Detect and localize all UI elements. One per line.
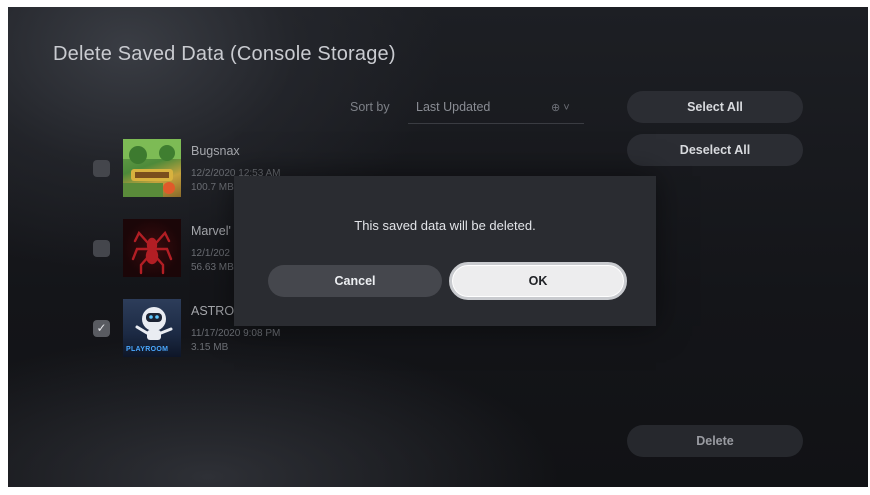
delete-button[interactable]: Delete [627,425,803,457]
checkbox[interactable] [93,240,110,257]
ok-button[interactable]: OK [449,262,627,300]
game-name: Marvel' [191,224,231,238]
game-size: 100.7 MB [191,182,234,193]
game-thumbnail: PLAYROOM [123,299,181,357]
game-thumbnail [123,219,181,277]
game-name: Bugsnax [191,144,240,158]
sort-dropdown[interactable]: Last Updated ⊕ ˅ [408,93,584,124]
options-icon: ⊕ ˅ [551,102,570,114]
screen: Delete Saved Data (Console Storage) Sort… [8,7,868,487]
checkbox[interactable] [93,160,110,177]
sort-value: Last Updated [416,100,491,114]
game-thumbnail [123,139,181,197]
game-date: 11/17/2020 9:08 PM [191,328,281,339]
deselect-all-button[interactable]: Deselect All [627,134,803,166]
thumbnail-logo-text: PLAYROOM [126,346,169,353]
game-date: 12/1/202 [191,248,230,259]
page-title: Delete Saved Data (Console Storage) [53,43,396,65]
checkbox-checked[interactable]: ✓ [93,320,110,337]
sort-label: Sort by [350,100,390,114]
cancel-button[interactable]: Cancel [268,265,442,297]
game-name: ASTRO' [191,304,237,318]
select-all-button[interactable]: Select All [627,91,803,123]
dialog-message: This saved data will be deleted. [354,218,536,233]
game-size: 3.15 MB [191,342,229,353]
confirm-dialog: This saved data will be deleted. Cancel … [234,176,656,326]
game-size: 56.63 MB [191,262,234,273]
